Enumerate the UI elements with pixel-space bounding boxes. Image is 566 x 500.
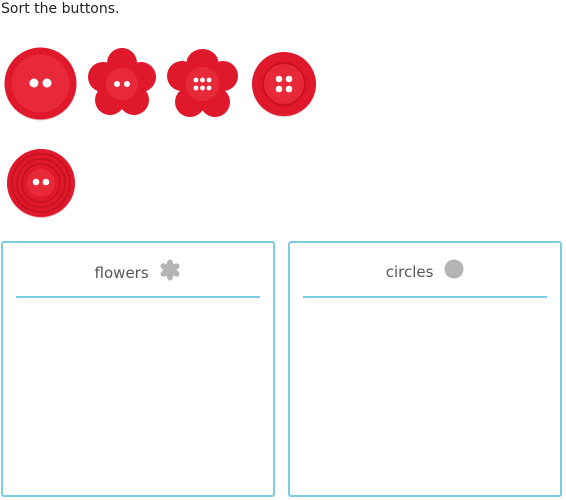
circles-bin-header: circles [290,259,560,281]
circle-icon [444,259,464,285]
flowers-drop-zone[interactable] [16,303,260,487]
button-circle-two-holes[interactable] [3,46,78,121]
circles-drop-zone[interactable] [303,303,547,487]
button-flower-two-holes[interactable] [87,47,157,121]
circles-bin[interactable]: circles [288,241,562,497]
flowers-bin-label: flowers [94,264,149,282]
flower-icon [159,259,181,287]
button-circle-ringed-two-holes[interactable] [5,147,77,219]
circles-bin-label: circles [385,263,434,281]
flowers-bin-header: flowers [3,259,273,282]
button-flower-six-holes[interactable] [165,47,240,121]
instructions: Sort the buttons. [1,1,120,17]
flowers-bin[interactable]: flowers [1,241,275,497]
flowers-bin-divider [16,296,260,298]
button-circle-four-holes[interactable] [251,51,317,117]
circles-bin-divider [303,296,547,298]
